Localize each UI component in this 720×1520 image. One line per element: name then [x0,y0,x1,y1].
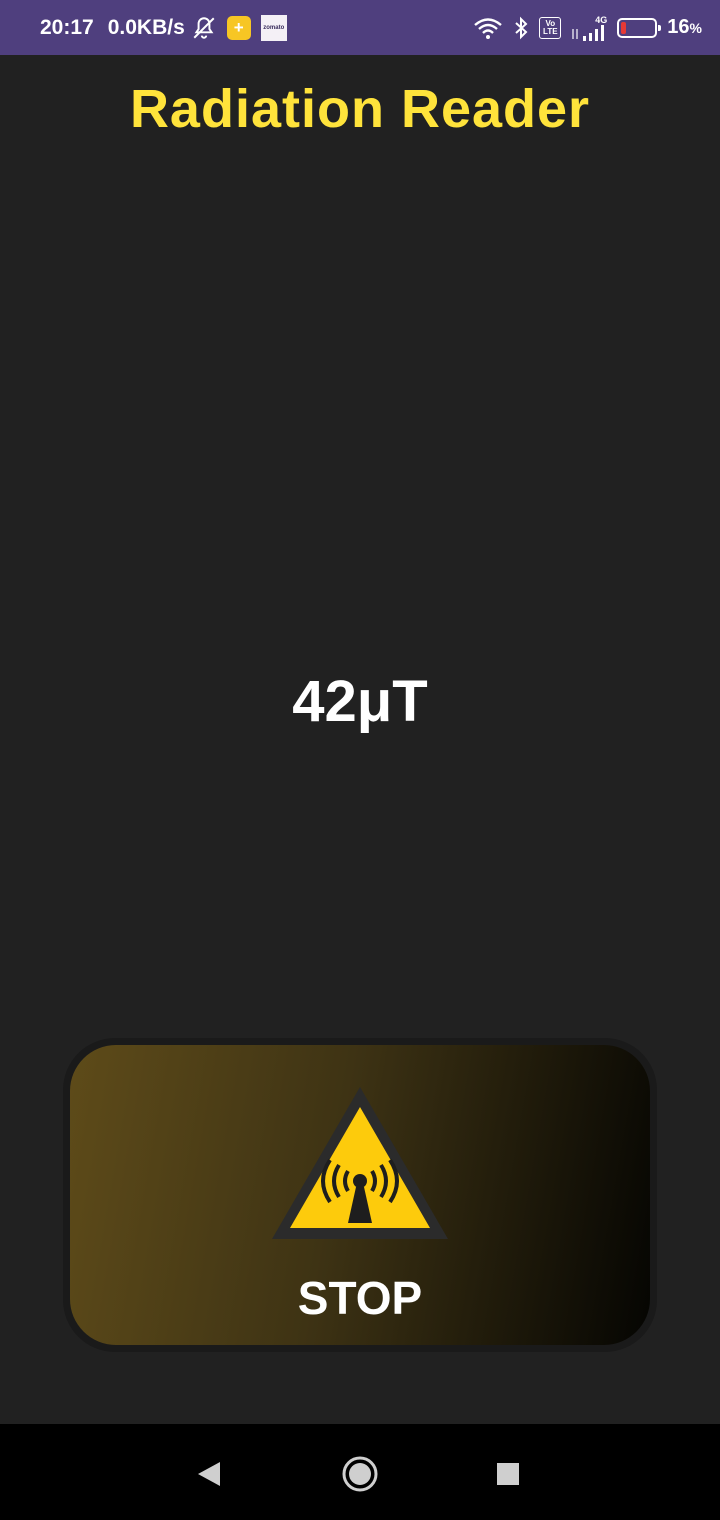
status-bar: 20:17 0.0KB/s + zomato Vo LTE 4G 16% [0,0,720,55]
volte-bottom: LTE [543,26,558,36]
bell-off-icon [191,15,217,41]
home-icon [342,1456,378,1492]
battery-level-text: 16% [667,16,702,39]
status-right: Vo LTE 4G 16% [473,15,702,41]
battery-percent: 16 [667,16,690,38]
zomato-app-icon: zomato [260,14,287,41]
battery-unit: % [689,20,702,36]
battery-icon [617,17,662,38]
radiation-warning-icon [272,1087,448,1239]
navigation-bar [0,1424,720,1520]
status-time: 20:17 [40,15,94,39]
wifi-icon [473,16,503,40]
back-icon [198,1462,220,1486]
recents-icon [497,1463,519,1485]
recents-button[interactable] [488,1454,528,1494]
app-notification-icon: + [226,15,251,40]
stop-label: STOP [297,1272,423,1324]
zomato-label: zomato [263,24,285,31]
battery-fill [621,21,627,34]
bluetooth-icon [513,16,529,40]
stop-button[interactable]: STOP [70,1045,650,1345]
back-button[interactable] [190,1454,230,1494]
radiation-reading: 42μT [292,669,428,734]
home-button[interactable] [340,1454,380,1494]
network-type: 4G [595,14,608,25]
network-speed: 0.0KB/s [107,15,185,39]
app-title: Radiation Reader [129,79,591,139]
status-left: 20:17 0.0KB/s + zomato [40,14,297,41]
volte-icon: Vo LTE [539,16,562,39]
signal-icon: 4G [571,15,607,41]
